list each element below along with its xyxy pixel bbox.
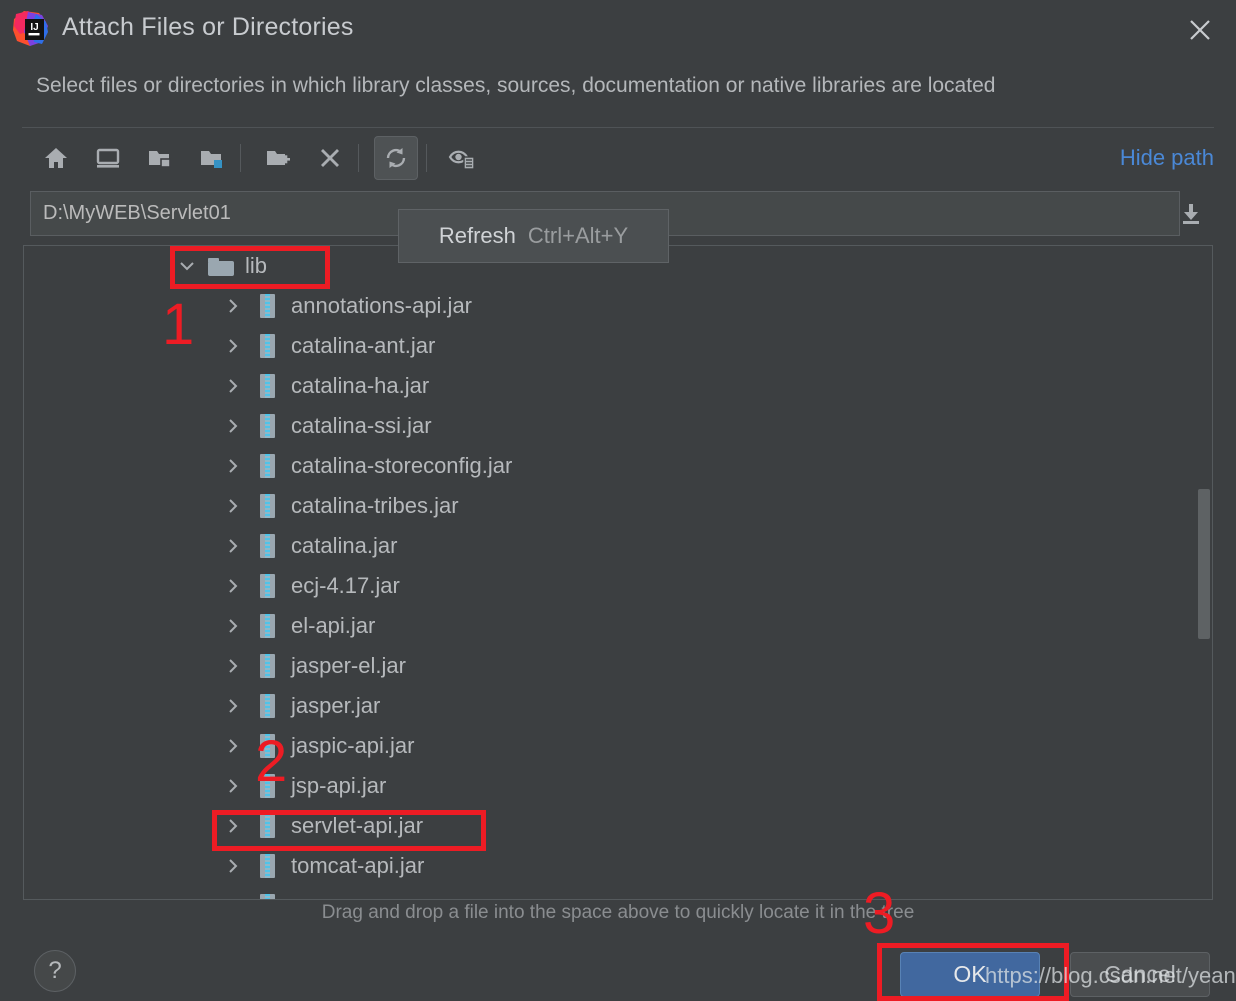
chevron-right-icon[interactable] — [222, 655, 244, 677]
chevron-right-icon[interactable] — [222, 815, 244, 837]
home-icon[interactable] — [34, 136, 78, 180]
toolbar-divider-2 — [358, 144, 359, 172]
close-icon[interactable] — [1180, 10, 1220, 50]
chevron-right-icon[interactable] — [222, 375, 244, 397]
tree-row[interactable]: catalina-tribes.jar — [24, 486, 1212, 526]
delete-icon[interactable] — [308, 136, 352, 180]
tree-row-label: catalina.jar — [291, 533, 398, 558]
jar-icon — [254, 453, 280, 479]
tree-row-label: ecj-4.17.jar — [291, 573, 400, 598]
jar-icon — [254, 733, 280, 759]
jar-icon — [254, 573, 280, 599]
chevron-right-icon[interactable] — [222, 575, 244, 597]
tree-row[interactable]: jasper-el.jar — [24, 646, 1212, 686]
tree-row-label: catalina-ant.jar — [291, 333, 436, 358]
jar-icon — [254, 373, 280, 399]
jar-icon — [254, 293, 280, 319]
project-folder-icon[interactable] — [138, 136, 182, 180]
cancel-button[interactable]: Cancel — [1070, 952, 1210, 997]
tree-row-label: catalina-ha.jar — [291, 373, 430, 398]
jar-icon — [254, 493, 280, 519]
chevron-right-icon[interactable] — [222, 535, 244, 557]
tooltip-label: Refresh — [438, 223, 516, 248]
refresh-icon[interactable] — [374, 136, 418, 180]
folder-icon — [208, 253, 234, 279]
svg-text:IJ: IJ — [30, 22, 38, 33]
tooltip-shortcut: Ctrl+Alt+Y — [527, 223, 629, 248]
tree-row[interactable]: catalina-storeconfig.jar — [24, 446, 1212, 486]
chevron-right-icon[interactable] — [222, 615, 244, 637]
tree-row-label: servlet-api.jar — [291, 813, 424, 838]
tree-row[interactable]: jsp-api.jar — [24, 766, 1212, 806]
jar-icon — [254, 413, 280, 439]
dialog-subtitle: Select files or directories in which lib… — [36, 74, 996, 97]
new-folder-icon[interactable] — [256, 136, 300, 180]
tree-row-label: jaspic-api.jar — [291, 733, 415, 758]
tree-row-label: el-api.jar — [291, 613, 376, 638]
tree-row[interactable]: catalina-ssi.jar — [24, 406, 1212, 446]
tree-row-label: jsp-api.jar — [291, 773, 387, 798]
toolbar-divider-3 — [426, 144, 427, 172]
jar-icon — [254, 693, 280, 719]
chevron-right-icon[interactable] — [222, 455, 244, 477]
tree-row[interactable]: servlet-api.jar — [24, 806, 1212, 846]
tree-row[interactable]: catalina-ha.jar — [24, 366, 1212, 406]
tree-row-label: tomcat-api.jar — [291, 853, 425, 878]
tree-row[interactable]: el-api.jar — [24, 606, 1212, 646]
chevron-right-icon[interactable] — [222, 415, 244, 437]
jar-icon — [254, 613, 280, 639]
chevron-down-icon[interactable] — [176, 255, 198, 277]
tree-row[interactable]: jasper.jar — [24, 686, 1212, 726]
chevron-right-icon[interactable] — [222, 855, 244, 877]
tree-row[interactable] — [24, 886, 1212, 899]
tree-row[interactable]: catalina.jar — [24, 526, 1212, 566]
tree-row[interactable]: annotations-api.jar — [24, 286, 1212, 326]
jar-icon — [254, 333, 280, 359]
attach-files-dialog: IJ Attach Files or Directories Select fi… — [0, 0, 1236, 1001]
tree-row-label: catalina-ssi.jar — [291, 413, 432, 438]
jar-icon — [254, 653, 280, 679]
tree-row-label: catalina-tribes.jar — [291, 493, 459, 518]
tree-row-label: lib — [245, 253, 268, 278]
jar-icon — [254, 853, 280, 879]
header-divider — [22, 127, 1214, 128]
hide-path-link[interactable]: Hide path — [1120, 145, 1214, 171]
drag-drop-hint: Drag and drop a file into the space abov… — [321, 902, 915, 923]
chevron-right-icon[interactable] — [222, 895, 244, 899]
jar-icon — [254, 773, 280, 799]
chevron-right-icon[interactable] — [222, 335, 244, 357]
file-tree-panel[interactable]: lib annotations-api.jar catalina-ant.jar ca… — [23, 245, 1213, 900]
refresh-tooltip: Refresh Ctrl+Alt+Y — [398, 209, 669, 263]
file-tree: lib annotations-api.jar catalina-ant.jar ca… — [24, 246, 1212, 899]
desktop-icon[interactable] — [86, 136, 130, 180]
toolbar-divider — [240, 144, 241, 172]
module-folder-icon[interactable] — [190, 136, 234, 180]
tree-row[interactable]: tomcat-api.jar — [24, 846, 1212, 886]
chevron-right-icon[interactable] — [222, 735, 244, 757]
tree-row-label: jasper.jar — [291, 693, 381, 718]
tree-scrollbar-thumb[interactable] — [1198, 489, 1210, 639]
tree-row[interactable]: jaspic-api.jar — [24, 726, 1212, 766]
chevron-right-icon[interactable] — [222, 495, 244, 517]
tree-row-label: jasper-el.jar — [291, 653, 406, 678]
ok-button[interactable]: OK — [900, 952, 1040, 997]
intellij-idea-logo: IJ — [12, 10, 50, 48]
tree-row[interactable]: ecj-4.17.jar — [24, 566, 1212, 606]
show-hidden-files-icon[interactable] — [440, 136, 484, 180]
dialog-titlebar: IJ Attach Files or Directories — [0, 0, 1236, 58]
collapse-all-icon[interactable] — [1174, 194, 1208, 234]
chevron-right-icon[interactable] — [222, 695, 244, 717]
dialog-title: Attach Files or Directories — [62, 13, 354, 41]
help-button[interactable]: ? — [34, 950, 76, 992]
tree-row[interactable]: catalina-ant.jar — [24, 326, 1212, 366]
file-chooser-toolbar: Hide path — [22, 133, 1214, 183]
chevron-right-icon[interactable] — [222, 295, 244, 317]
jar-icon — [254, 533, 280, 559]
jar-icon — [254, 893, 280, 899]
tree-row-label: annotations-api.jar — [291, 293, 473, 318]
jar-icon — [254, 813, 280, 839]
tree-scrollbar[interactable] — [1198, 246, 1210, 899]
chevron-right-icon[interactable] — [222, 775, 244, 797]
tree-row-label: catalina-storeconfig.jar — [291, 453, 513, 478]
